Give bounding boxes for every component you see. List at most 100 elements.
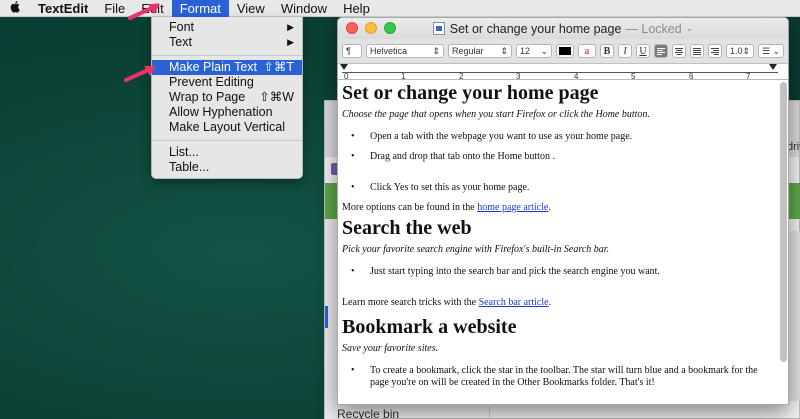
chevron-down-icon: ⌄	[540, 45, 548, 56]
menu-item-wrap-to-page-shortcut: ⇧⌘W	[259, 90, 294, 104]
menu-item-make-layout-vertical[interactable]: Make Layout Vertical	[152, 120, 302, 135]
pointer-arrow-icon	[128, 4, 160, 20]
left-margin-marker[interactable]	[340, 64, 348, 70]
lead-home-page: Choose the page that opens when you star…	[342, 109, 650, 120]
chevron-down-icon[interactable]: ⌄	[686, 23, 694, 34]
font-family-popup[interactable]: Helvetica ⇕	[366, 44, 444, 58]
menu-bar: TextEdit File Edit Format View Window He…	[0, 0, 800, 17]
menu-item-font[interactable]: Font ▶	[152, 20, 302, 35]
heading-search-web: Search the web	[342, 217, 472, 239]
ruler-number: 0	[344, 72, 349, 81]
menu-format[interactable]: Format	[171, 0, 229, 17]
font-style-value: Regular	[452, 46, 484, 56]
window-titlebar[interactable]: Set or change your home page — Locked ⌄	[338, 18, 788, 39]
menu-separator	[152, 55, 302, 56]
menu-view[interactable]: View	[229, 0, 273, 17]
list-item: Drag and drop that tab onto the Home but…	[342, 151, 778, 163]
vertical-scrollbar[interactable]	[780, 82, 787, 362]
menu-help[interactable]: Help	[335, 0, 378, 17]
menu-item-text[interactable]: Text ▶	[152, 35, 302, 50]
close-window-button[interactable]	[346, 22, 358, 34]
menu-item-list[interactable]: List...	[152, 145, 302, 160]
format-toolbar: ¶ Helvetica ⇕ Regular ⇕ 12 ⌄ a B I U 1.0…	[338, 39, 788, 64]
list-icon: ☰	[762, 45, 771, 56]
chevron-updown-icon: ⇕	[432, 45, 440, 56]
menu-item-table-label: Table...	[169, 160, 210, 174]
submenu-arrow-icon: ▶	[287, 37, 294, 47]
apple-icon[interactable]	[0, 0, 30, 16]
chevron-updown-icon: ⇕	[500, 45, 508, 56]
menu-item-make-plain-text[interactable]: Make Plain Text ⇧⌘T	[152, 60, 302, 75]
paragraph-style-popup[interactable]: ¶	[342, 44, 362, 58]
highlight-color-icon[interactable]: a	[578, 44, 596, 58]
italic-button[interactable]: I	[618, 44, 632, 58]
learn-more-text: Learn more search tricks with the	[342, 297, 479, 308]
menu-item-prevent-editing[interactable]: Prevent Editing	[152, 75, 302, 90]
ruler-number: 6	[689, 72, 694, 81]
more-options-suffix: .	[548, 202, 551, 213]
font-size-combo[interactable]: 12 ⌄	[516, 44, 552, 58]
chevron-down-icon: ⌄	[772, 45, 780, 56]
document-text-area[interactable]: Set or change your home page Choose the …	[342, 81, 778, 404]
heading-home-page: Set or change your home page	[342, 82, 599, 104]
line-spacing-popup[interactable]: 1.0 ⇕	[726, 44, 754, 58]
chevron-updown-icon: ⇕	[742, 45, 751, 56]
menu-item-prevent-editing-label: Prevent Editing	[169, 75, 254, 89]
format-menu-dropdown: Font ▶ Text ▶ Make Plain Text ⇧⌘T Preven…	[151, 17, 303, 179]
home-page-article-link[interactable]: home page article	[477, 202, 548, 213]
bold-button[interactable]: B	[600, 44, 614, 58]
zoom-window-button[interactable]	[384, 22, 396, 34]
align-center-icon[interactable]	[672, 44, 686, 58]
menu-separator	[152, 140, 302, 141]
pointer-arrow-icon	[124, 66, 156, 82]
learn-more-suffix: .	[548, 297, 552, 308]
more-options-paragraph: More options can be found in the home pa…	[342, 202, 778, 214]
app-menu-textedit[interactable]: TextEdit	[30, 0, 96, 17]
heading-bookmark: Bookmark a website	[342, 316, 517, 338]
menu-window[interactable]: Window	[273, 0, 335, 17]
lead-bookmark: Save your favorite sites.	[342, 343, 439, 354]
ruler-number: 4	[574, 72, 579, 81]
window-controls	[346, 22, 396, 34]
menu-item-wrap-to-page-label: Wrap to Page	[169, 90, 246, 104]
list-item: To create a bookmark, click the star in …	[342, 365, 778, 389]
menu-item-wrap-to-page[interactable]: Wrap to Page ⇧⌘W	[152, 90, 302, 105]
menu-item-table[interactable]: Table...	[152, 160, 302, 175]
ruler[interactable]: 0 1 2 3 4 5 6 7	[338, 64, 788, 81]
text-color-well[interactable]	[556, 44, 574, 58]
search-bar-article-link[interactable]: Search bar article	[479, 297, 549, 308]
align-justify-icon[interactable]	[690, 44, 704, 58]
background-divider	[489, 407, 490, 419]
menu-item-text-label: Text	[169, 35, 192, 49]
list-item: Just start typing into the search bar an…	[342, 266, 778, 278]
font-style-popup[interactable]: Regular ⇕	[448, 44, 512, 58]
menu-item-allow-hyphenation[interactable]: Allow Hyphenation	[152, 105, 302, 120]
menu-item-make-plain-text-label: Make Plain Text	[169, 60, 258, 74]
ruler-number: 1	[401, 72, 406, 81]
menu-item-make-plain-text-shortcut: ⇧⌘T	[263, 60, 294, 74]
right-margin-marker[interactable]	[769, 64, 777, 70]
submenu-arrow-icon: ▶	[287, 22, 294, 32]
font-size-value: 12	[520, 46, 531, 56]
list-item: Open a tab with the webpage you want to …	[342, 131, 778, 143]
list-bullets-popup[interactable]: ☰ ⌄	[758, 44, 784, 58]
recycle-bin-label[interactable]: Recycle bin	[337, 407, 399, 419]
menu-item-make-layout-vertical-label: Make Layout Vertical	[169, 120, 286, 134]
align-left-icon[interactable]	[654, 44, 668, 58]
text-color-swatch	[559, 47, 571, 55]
locked-status[interactable]: — Locked	[625, 22, 681, 36]
learn-more-paragraph: Learn more search tricks with the Search…	[342, 297, 778, 309]
ruler-line	[342, 72, 778, 73]
textedit-window[interactable]: Set or change your home page — Locked ⌄ …	[337, 17, 789, 405]
menu-item-allow-hyphenation-label: Allow Hyphenation	[169, 105, 273, 119]
align-right-icon[interactable]	[708, 44, 722, 58]
underline-button[interactable]: U	[636, 44, 650, 58]
background-selection-indicator	[325, 306, 328, 328]
more-options-text: More options can be found in the	[342, 202, 478, 213]
ruler-number: 7	[746, 72, 751, 81]
line-spacing-value: 1.0	[730, 46, 743, 56]
list-item: Click Yes to set this as your home page.	[342, 182, 778, 194]
scroll-thumb[interactable]	[780, 82, 787, 362]
minimize-window-button[interactable]	[365, 22, 377, 34]
document-icon	[432, 22, 445, 35]
